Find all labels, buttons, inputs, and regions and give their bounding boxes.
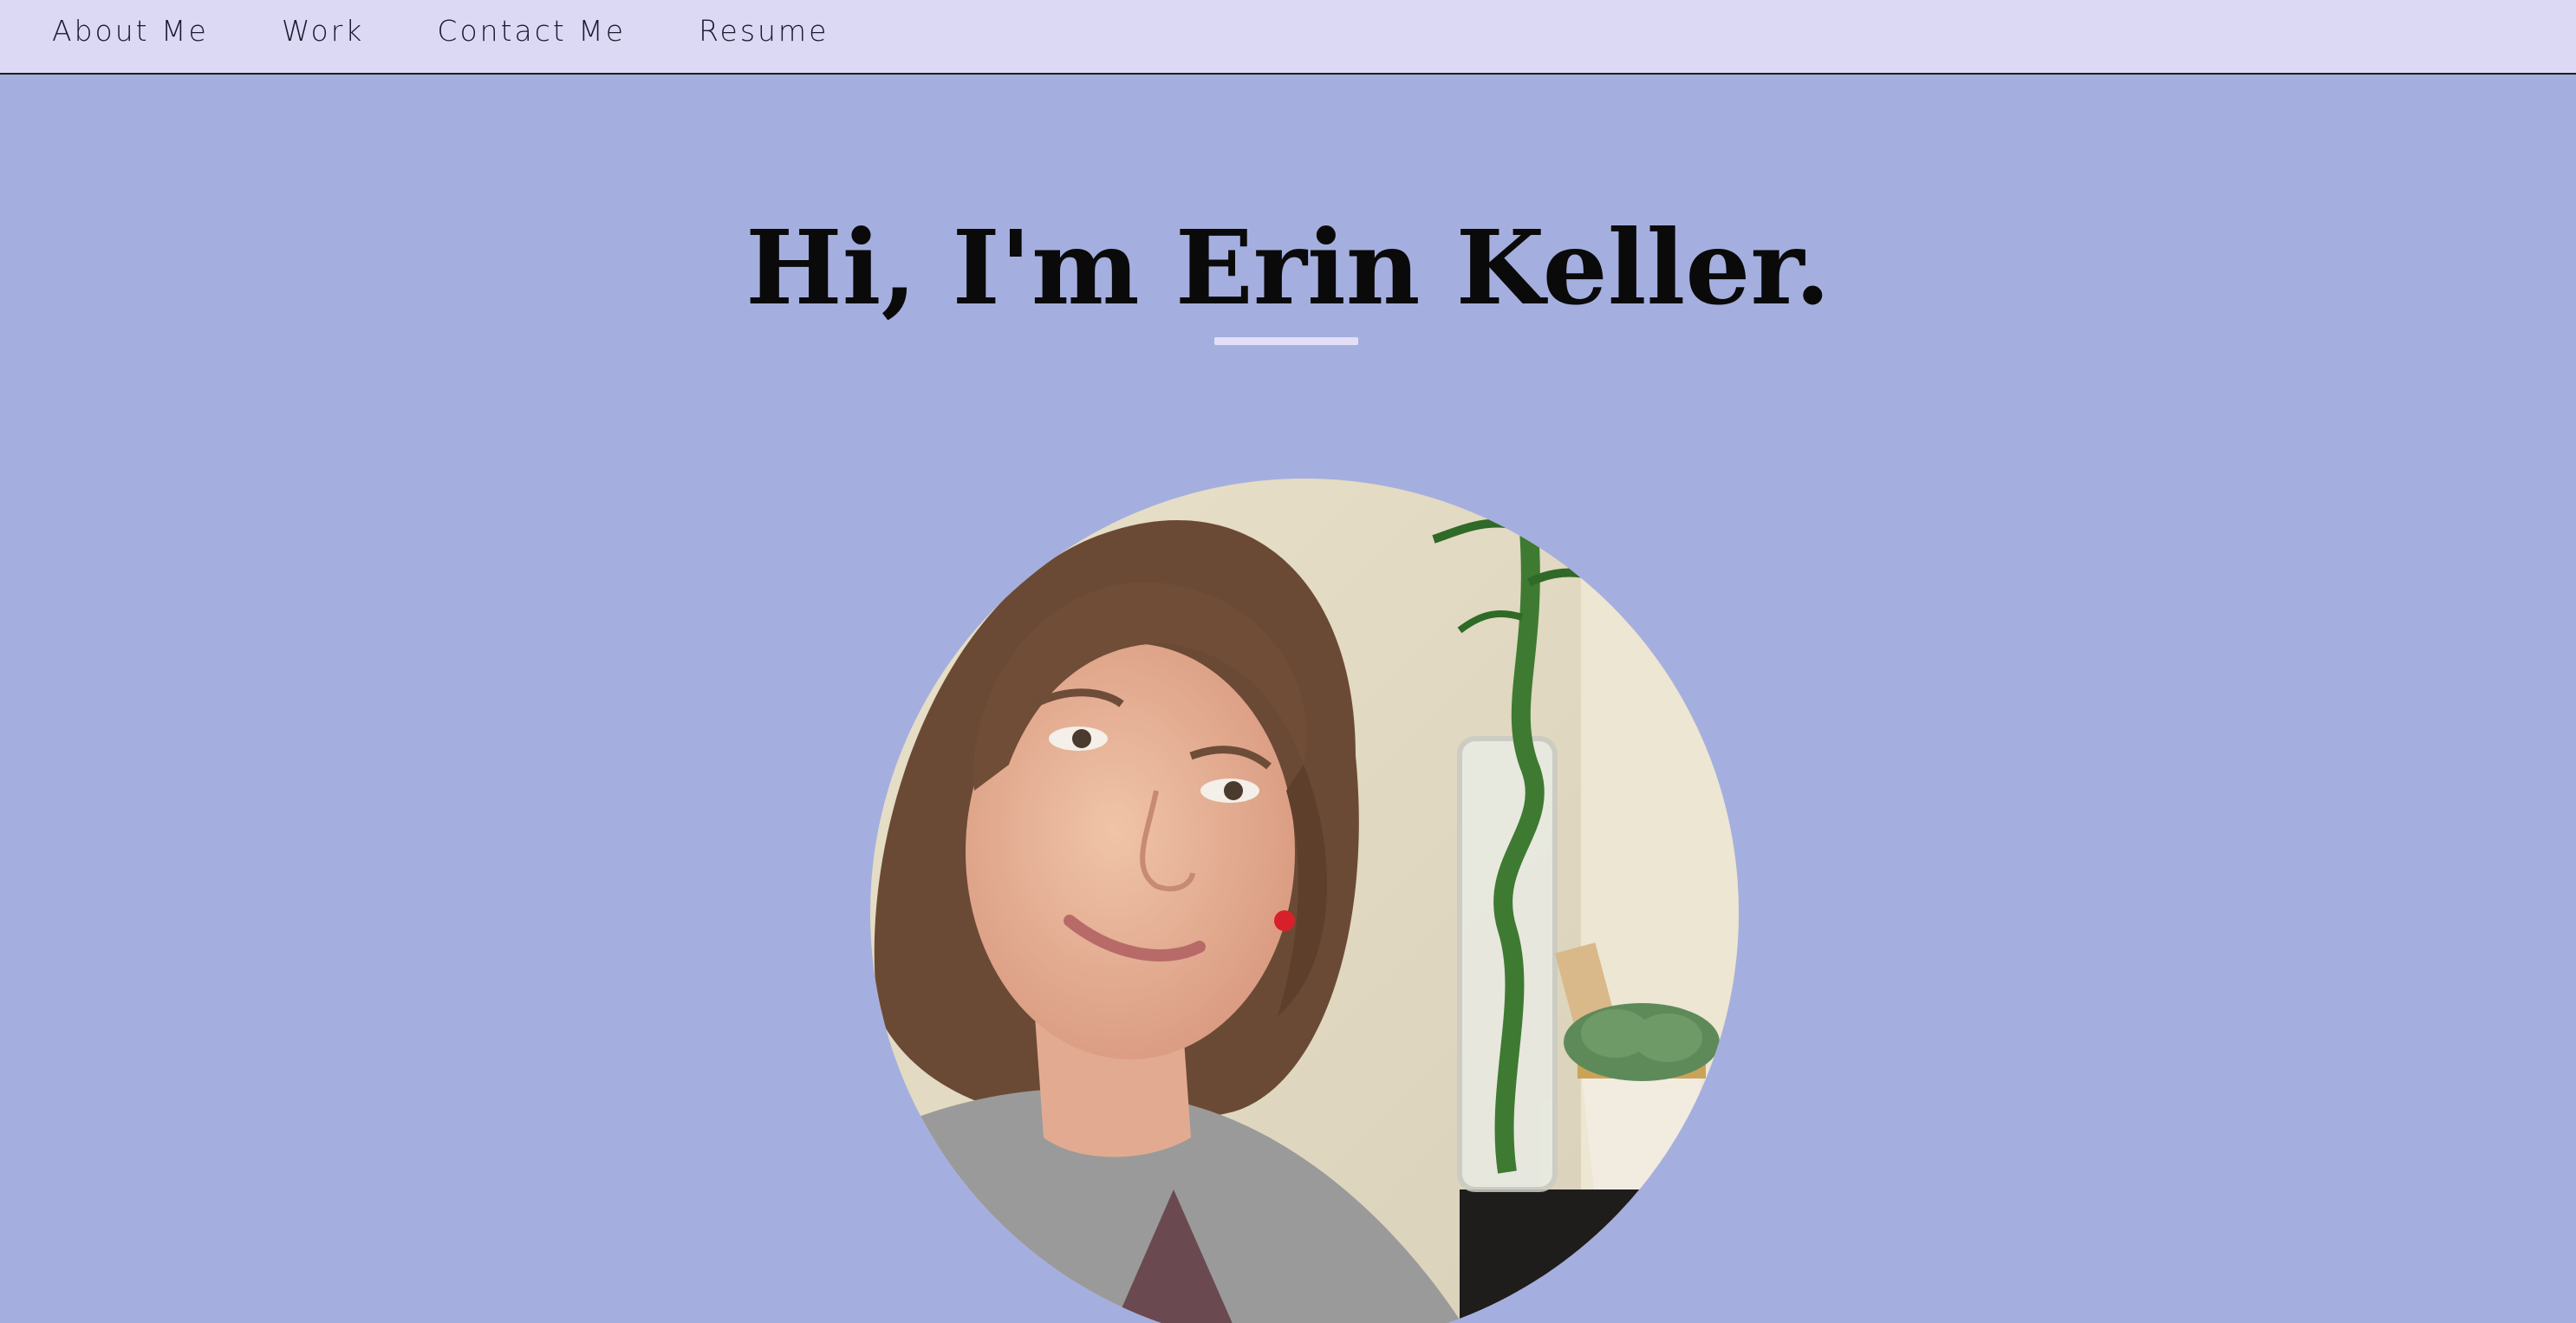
nav-about-me-link[interactable]: About Me [52,14,209,48]
hero-title: Hi, I'm Erin Keller. [745,207,1831,328]
top-navbar: About Me Work Contact Me Resume [0,0,2576,75]
nav-list: About Me Work Contact Me Resume [0,0,2576,61]
nav-work-link[interactable]: Work [282,14,365,48]
portrait-photo [870,479,1739,1323]
portrait-illustration [870,479,1739,1323]
name-underline [1214,337,1358,345]
nav-contact-me-link[interactable]: Contact Me [437,14,626,48]
nav-resume-link[interactable]: Resume [699,14,829,48]
